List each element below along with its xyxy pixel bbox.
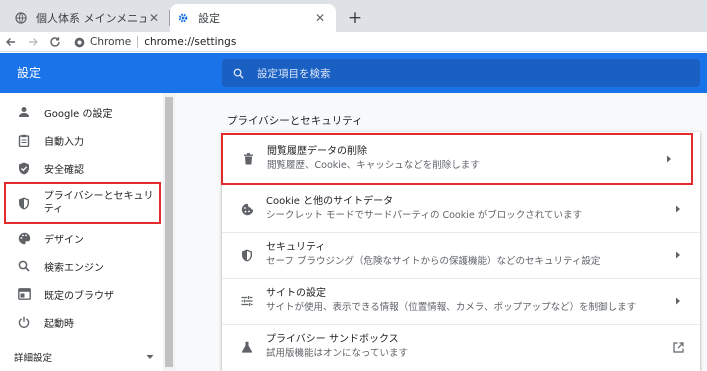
row-subtitle: シークレット モードでサードパーティの Cookie がブロックされています (266, 210, 582, 221)
open-external-icon[interactable] (670, 339, 686, 355)
row-title: プライバシー サンドボックス (266, 334, 399, 345)
sidebar-item-google[interactable]: Google の設定 (0, 98, 160, 126)
row-title: 閲覧履歴データの削除 (267, 146, 367, 157)
sidebar-item-on-startup[interactable]: 起動時 (0, 308, 160, 336)
clipboard-icon (17, 133, 31, 147)
gear-icon (176, 11, 190, 25)
sidebar-item-search-engine[interactable]: 検索エンジン (0, 252, 160, 280)
tune-icon (240, 294, 254, 308)
arrow-right-icon (670, 201, 686, 217)
sidebar-item-safety-check[interactable]: 安全確認 (0, 154, 160, 182)
sidebar-item-appearance[interactable]: デザイン (0, 224, 160, 252)
power-icon (17, 315, 31, 329)
row-subtitle: セーフ ブラウジング（危険なサイトからの保護機能）などのセキュリティ設定 (266, 256, 601, 267)
row-subtitle: 閲覧履歴、Cookie、キャッシュなどを削除します (267, 160, 480, 171)
settings-header: 設定 設定項目を検索 (0, 53, 707, 93)
close-icon[interactable]: ✕ (146, 10, 162, 26)
arrow-right-icon (670, 247, 686, 263)
section-title: プライバシーとセキュリティ (227, 115, 363, 127)
row-texts: サイトの設定 サイトが使用、表示できる情報（位置情報、カメラ、ポップアップなど）… (266, 287, 670, 315)
new-tab-button[interactable]: + (345, 8, 365, 28)
address-bar[interactable]: Chrome chrome://settings (74, 32, 236, 52)
sidebar-item-label: 起動時 (44, 318, 74, 330)
security-shield-icon (240, 248, 254, 262)
tab-strip: 個人体系 メインメニュー ✕ 設定 ✕ + (0, 0, 707, 32)
search-icon (17, 259, 31, 273)
scrollbar-thumb[interactable] (165, 97, 173, 367)
row-title: セキュリティ (266, 242, 326, 253)
toolbar: Chrome chrome://settings (0, 32, 707, 52)
tab-settings[interactable]: 設定 ✕ (170, 4, 336, 32)
trash-icon (241, 152, 255, 166)
sidebar-item-label: 既定のブラウザ (44, 290, 114, 302)
row-subtitle: 試用版機能はオンになっています (266, 348, 409, 359)
sidebar: Google の設定 自動入力 安全確認 プライバシーとセキュリティ デザイン (0, 93, 175, 371)
row-cookies[interactable]: Cookie と他のサイトデータ シークレット モードでサードパーティの Coo… (222, 186, 700, 232)
sidebar-advanced-label: 詳細設定 (14, 353, 53, 364)
site-chip[interactable]: Chrome (74, 36, 131, 48)
tab-title: 個人体系 メインメニュー (36, 12, 146, 25)
sidebar-item-label: 安全確認 (44, 164, 84, 176)
row-texts: Cookie と他のサイトデータ シークレット モードでサードパーティの Coo… (266, 195, 670, 223)
browser-window: 個人体系 メインメニュー ✕ 設定 ✕ + Chrome (0, 0, 707, 371)
sidebar-item-autofill[interactable]: 自動入力 (0, 126, 160, 154)
shield-check-icon (17, 161, 31, 175)
sidebar-item-label: Google の設定 (44, 108, 113, 120)
tab-title: 設定 (198, 12, 220, 25)
row-security[interactable]: セキュリティ セーフ ブラウジング（危険なサイトからの保護機能）などのセキュリテ… (222, 232, 700, 278)
sidebar-item-label: プライバシーとセキュリティ (43, 191, 154, 215)
person-icon (17, 105, 31, 119)
close-icon[interactable]: ✕ (312, 10, 328, 26)
row-texts: プライバシー サンドボックス 試用版機能はオンになっています (266, 333, 670, 361)
browser-icon (17, 287, 31, 301)
omnibox-divider (137, 36, 139, 48)
row-clear-browsing-data[interactable]: 閲覧履歴データの削除 閲覧履歴、Cookie、キャッシュなどを削除します (221, 133, 693, 185)
tab-main-menu[interactable]: 個人体系 メインメニュー ✕ (8, 4, 170, 32)
row-privacy-sandbox[interactable]: プライバシー サンドボックス 試用版機能はオンになっています (222, 324, 700, 370)
forward-button[interactable] (22, 32, 44, 52)
row-divider (222, 278, 700, 279)
back-button[interactable] (0, 32, 22, 52)
site-chip-label: Chrome (90, 36, 132, 48)
page-title: 設定 (17, 66, 42, 80)
row-divider (222, 232, 700, 233)
shield-icon (17, 196, 31, 210)
palette-icon (17, 231, 31, 245)
cookie-icon (240, 202, 254, 216)
sidebar-item-label: 検索エンジン (44, 262, 104, 274)
arrow-right-icon (670, 293, 686, 309)
row-title: サイトの設定 (266, 288, 326, 299)
row-subtitle: サイトが使用、表示できる情報（位置情報、カメラ、ポップアップなど）を制御します (266, 302, 637, 313)
row-site-settings[interactable]: サイトの設定 サイトが使用、表示できる情報（位置情報、カメラ、ポップアップなど）… (222, 278, 700, 324)
globe-icon (14, 11, 28, 25)
chrome-icon (74, 37, 85, 47)
row-title: Cookie と他のサイトデータ (266, 196, 394, 207)
privacy-card: 閲覧履歴データの削除 閲覧履歴、Cookie、キャッシュなどを削除します Coo… (221, 132, 700, 371)
sidebar-item-privacy[interactable]: プライバシーとセキュリティ (4, 182, 161, 224)
search-placeholder: 設定項目を検索 (257, 67, 331, 80)
search-icon (233, 68, 247, 79)
row-texts: セキュリティ セーフ ブラウジング（危険なサイトからの保護機能）などのセキュリテ… (266, 241, 670, 269)
flask-icon (240, 340, 254, 354)
sidebar-item-default-browser[interactable]: 既定のブラウザ (0, 280, 160, 308)
sidebar-item-label: デザイン (44, 234, 84, 246)
reload-button[interactable] (44, 32, 66, 52)
chevron-down-icon (146, 352, 154, 363)
sidebar-item-label: 自動入力 (44, 136, 84, 148)
row-divider (222, 324, 700, 325)
settings-search-input[interactable]: 設定項目を検索 (222, 59, 700, 87)
url-text: chrome://settings (144, 36, 237, 48)
row-texts: 閲覧履歴データの削除 閲覧履歴、Cookie、キャッシュなどを削除します (267, 145, 661, 173)
sidebar-advanced-toggle[interactable]: 詳細設定 (14, 348, 154, 366)
arrow-right-icon (661, 151, 677, 167)
sidebar-scrollbar[interactable] (163, 93, 175, 371)
